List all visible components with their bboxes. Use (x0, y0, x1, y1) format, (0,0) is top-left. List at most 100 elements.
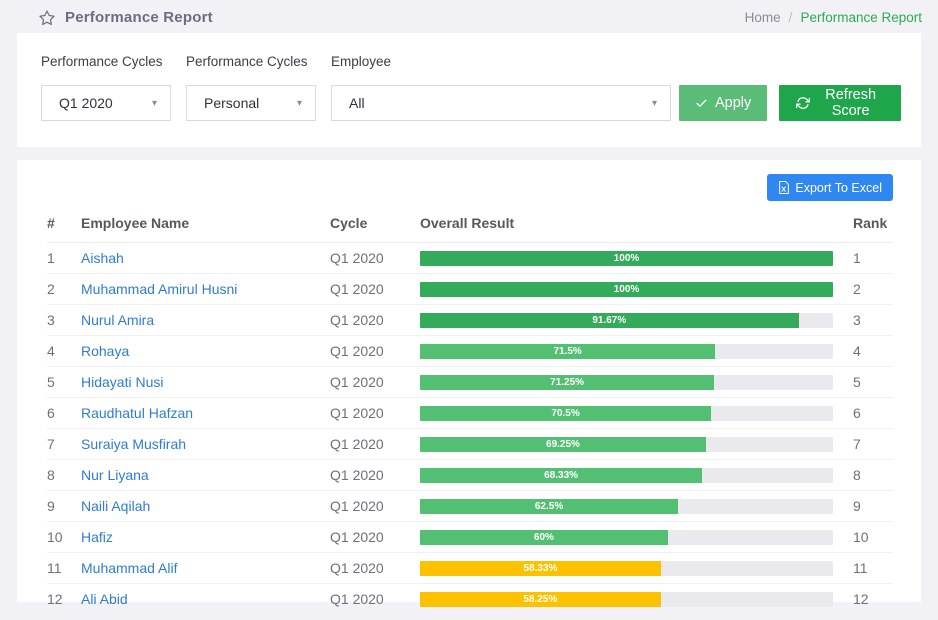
chevron-down-icon: ▾ (297, 98, 302, 109)
row-rank: 4 (843, 336, 893, 367)
row-cycle: Q1 2020 (330, 460, 420, 491)
cycle-type-label: Performance Cycles (186, 54, 316, 69)
refresh-icon (796, 96, 810, 110)
row-cycle: Q1 2020 (330, 274, 420, 305)
performance-cycle-value: Q1 2020 (59, 95, 113, 111)
export-to-excel-button[interactable]: Export To Excel (767, 174, 893, 201)
column-header-rank: Rank (843, 209, 893, 243)
employee-name-link[interactable]: Naili Aqilah (81, 498, 150, 514)
progress-percent-label: 60% (534, 532, 554, 543)
breadcrumb-home-link[interactable]: Home (745, 10, 781, 25)
progress-bar-track: 58.25% (420, 592, 833, 607)
column-header-number: # (47, 209, 81, 243)
employee-select[interactable]: All ▾ (331, 85, 671, 121)
cycle-type-select[interactable]: Personal ▾ (186, 85, 316, 121)
column-header-result: Overall Result (420, 209, 843, 243)
employee-label: Employee (331, 54, 671, 69)
favorite-star-icon[interactable] (38, 9, 56, 27)
table-row: 10 Hafiz Q1 2020 60% 10 (47, 522, 893, 553)
row-number: 3 (47, 305, 81, 336)
table-header-row: # Employee Name Cycle Overall Result Ran… (47, 209, 893, 243)
progress-bar-track: 100% (420, 251, 833, 266)
progress-bar-fill: 68.33% (420, 468, 702, 483)
table-body: 1 Aishah Q1 2020 100% 1 2 Muhammad Amiru… (47, 243, 893, 615)
export-to-excel-label: Export To Excel (795, 181, 882, 195)
breadcrumb: Home / Performance Report (745, 10, 922, 25)
progress-bar-track: 71.5% (420, 344, 833, 359)
row-number: 4 (47, 336, 81, 367)
employee-name-link[interactable]: Muhammad Amirul Husni (81, 281, 237, 297)
row-number: 2 (47, 274, 81, 305)
filter-card: Performance Cycles Q1 2020 ▾ Performance… (17, 33, 921, 147)
progress-percent-label: 62.5% (535, 501, 563, 512)
progress-bar-fill: 91.67% (420, 313, 799, 328)
row-rank: 7 (843, 429, 893, 460)
table-row: 7 Suraiya Musfirah Q1 2020 69.25% 7 (47, 429, 893, 460)
performance-cycle-select[interactable]: Q1 2020 ▾ (41, 85, 171, 121)
row-number: 11 (47, 553, 81, 584)
table-row: 6 Raudhatul Hafzan Q1 2020 70.5% 6 (47, 398, 893, 429)
employee-name-link[interactable]: Suraiya Musfirah (81, 436, 186, 452)
row-number: 9 (47, 491, 81, 522)
topbar: Performance Report Home / Performance Re… (0, 0, 938, 33)
row-cycle: Q1 2020 (330, 305, 420, 336)
table-row: 3 Nurul Amira Q1 2020 91.67% 3 (47, 305, 893, 336)
progress-percent-label: 71.5% (553, 346, 581, 357)
progress-bar-fill: 100% (420, 282, 833, 297)
table-row: 2 Muhammad Amirul Husni Q1 2020 100% 2 (47, 274, 893, 305)
chevron-down-icon: ▾ (652, 98, 657, 109)
employee-name-link[interactable]: Hafiz (81, 529, 113, 545)
progress-bar-track: 62.5% (420, 499, 833, 514)
row-cycle: Q1 2020 (330, 367, 420, 398)
progress-bar-fill: 71.25% (420, 375, 714, 390)
employee-name-link[interactable]: Raudhatul Hafzan (81, 405, 193, 421)
progress-percent-label: 58.33% (523, 563, 557, 574)
progress-bar-fill: 71.5% (420, 344, 715, 359)
progress-bar-track: 71.25% (420, 375, 833, 390)
row-rank: 11 (843, 553, 893, 584)
employee-name-link[interactable]: Aishah (81, 250, 124, 266)
row-rank: 10 (843, 522, 893, 553)
row-rank: 9 (843, 491, 893, 522)
progress-bar-track: 69.25% (420, 437, 833, 452)
column-header-employee: Employee Name (81, 209, 330, 243)
breadcrumb-separator: / (789, 10, 793, 25)
progress-percent-label: 58.25% (523, 594, 557, 605)
progress-bar-track: 100% (420, 282, 833, 297)
progress-bar-fill: 60% (420, 530, 668, 545)
progress-bar-track: 58.33% (420, 561, 833, 576)
row-cycle: Q1 2020 (330, 398, 420, 429)
progress-percent-label: 91.67% (592, 315, 626, 326)
row-cycle: Q1 2020 (330, 584, 420, 615)
refresh-score-label: Refresh Score (817, 87, 884, 119)
progress-bar-fill: 100% (420, 251, 833, 266)
row-number: 5 (47, 367, 81, 398)
row-number: 1 (47, 243, 81, 274)
employee-name-link[interactable]: Hidayati Nusi (81, 374, 163, 390)
row-cycle: Q1 2020 (330, 491, 420, 522)
employee-name-link[interactable]: Rohaya (81, 343, 129, 359)
row-number: 12 (47, 584, 81, 615)
employee-name-link[interactable]: Nurul Amira (81, 312, 154, 328)
progress-bar-track: 91.67% (420, 313, 833, 328)
progress-percent-label: 69.25% (546, 439, 580, 450)
employee-name-link[interactable]: Muhammad Alif (81, 560, 177, 576)
performance-cycles-label: Performance Cycles (41, 54, 171, 69)
report-table-card: Export To Excel # Employee Name Cycle Ov… (17, 160, 921, 602)
performance-table: # Employee Name Cycle Overall Result Ran… (47, 209, 893, 615)
refresh-score-button[interactable]: Refresh Score (779, 85, 901, 121)
progress-bar-fill: 58.33% (420, 561, 661, 576)
progress-percent-label: 100% (614, 284, 640, 295)
employee-name-link[interactable]: Nur Liyana (81, 467, 149, 483)
check-icon (695, 97, 708, 110)
progress-bar-track: 68.33% (420, 468, 833, 483)
progress-bar-track: 60% (420, 530, 833, 545)
row-cycle: Q1 2020 (330, 336, 420, 367)
excel-file-icon (778, 181, 790, 194)
row-number: 7 (47, 429, 81, 460)
progress-percent-label: 68.33% (544, 470, 578, 481)
table-row: 1 Aishah Q1 2020 100% 1 (47, 243, 893, 274)
apply-button[interactable]: Apply (679, 85, 767, 121)
progress-bar-fill: 58.25% (420, 592, 661, 607)
employee-name-link[interactable]: Ali Abid (81, 591, 128, 607)
